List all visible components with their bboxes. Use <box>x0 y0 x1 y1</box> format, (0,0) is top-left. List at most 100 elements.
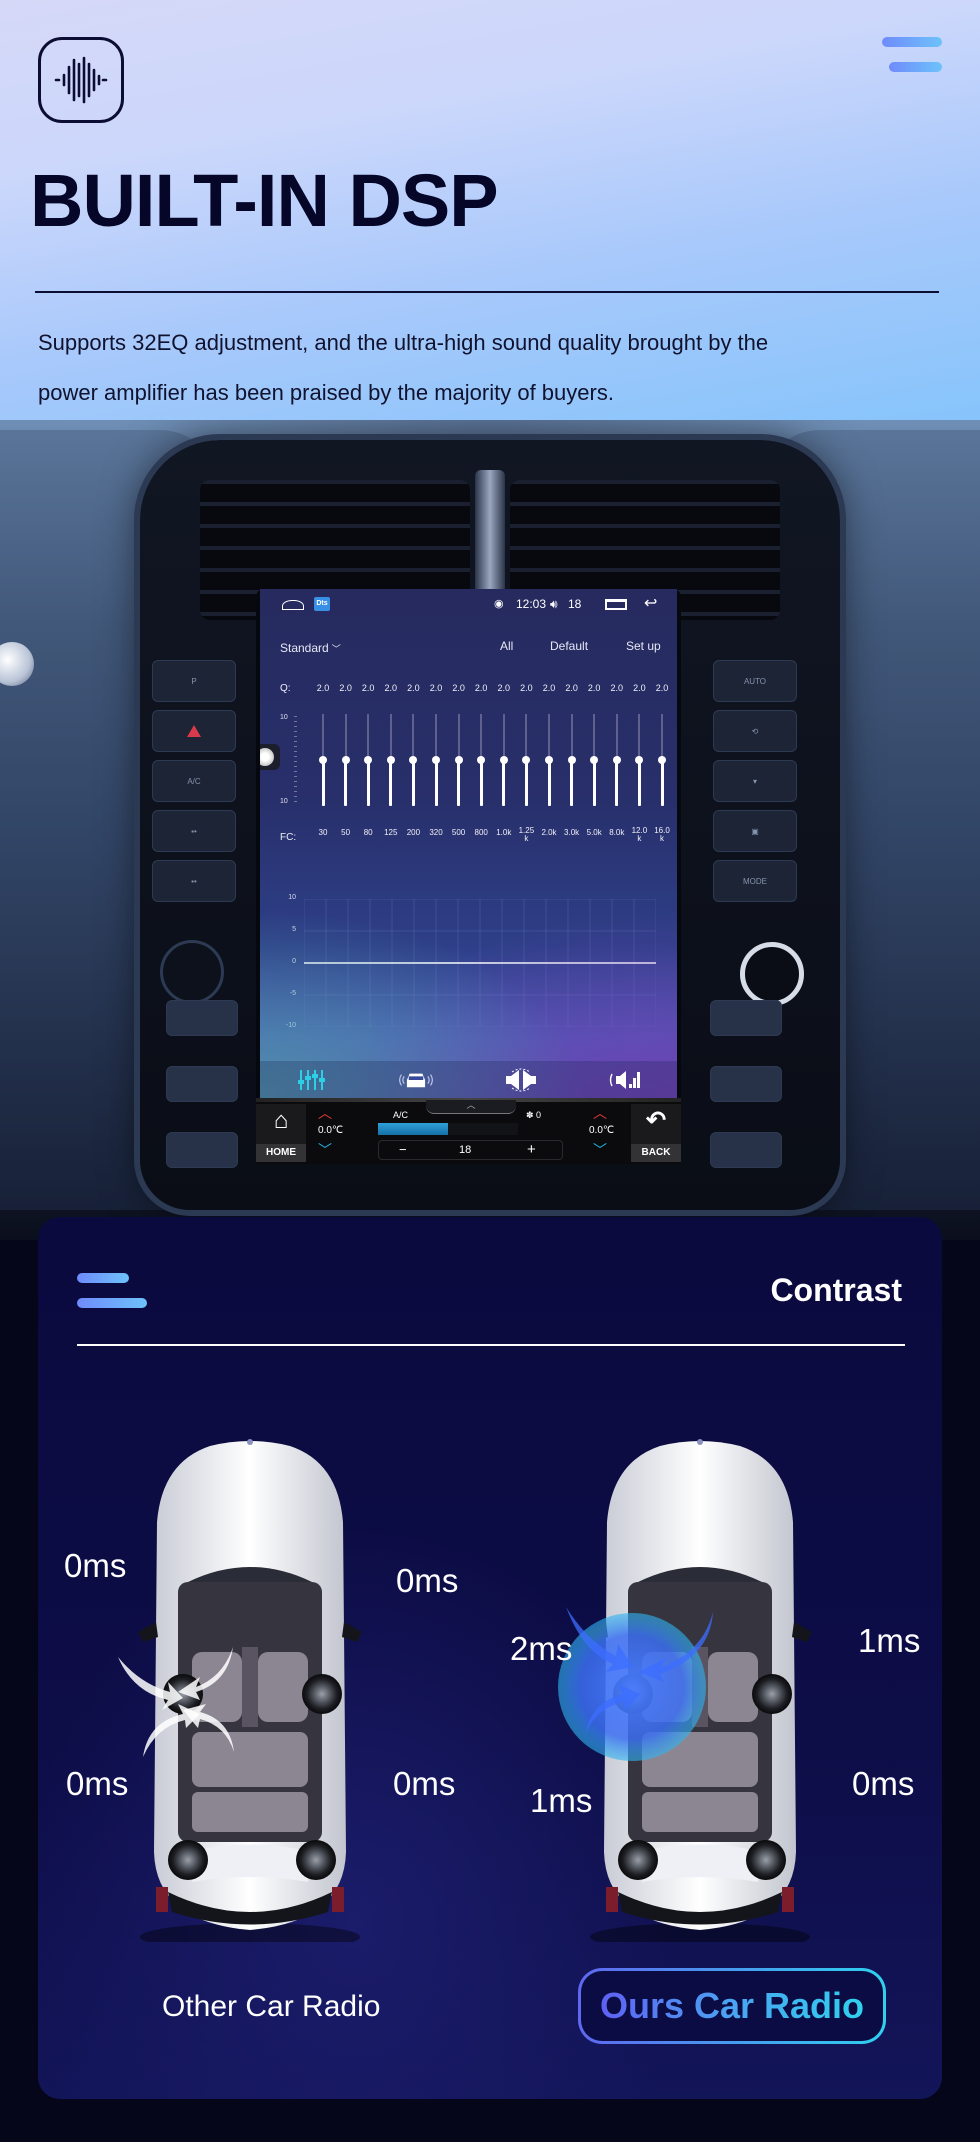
q-value[interactable]: 2.0 <box>357 683 379 693</box>
delay-rear-left: 1ms <box>530 1782 593 1819</box>
home-button[interactable]: ⌂ HOME <box>256 1104 306 1162</box>
scale-ticks <box>294 716 297 804</box>
slider-thumb[interactable] <box>454 756 463 764</box>
left-temp-down-button[interactable]: ﹀ <box>318 1143 332 1157</box>
home-outline-icon[interactable] <box>282 600 304 610</box>
volume-level: 18 <box>568 597 582 611</box>
eq-band-slider[interactable] <box>651 714 673 806</box>
slider-fill <box>615 760 619 806</box>
q-value[interactable]: 2.0 <box>538 683 560 693</box>
slider-fill <box>434 760 438 806</box>
eq-band-slider[interactable] <box>448 714 470 806</box>
slider-thumb[interactable] <box>386 756 395 764</box>
eq-band-slider[interactable] <box>425 714 447 806</box>
ac-label[interactable]: A/C <box>393 1110 408 1120</box>
back-button[interactable]: ↶ BACK <box>631 1104 681 1162</box>
right-temp-up-button[interactable]: ︿ <box>593 1106 607 1120</box>
slider-thumb[interactable] <box>612 756 621 764</box>
fan-level-bar <box>378 1123 518 1135</box>
eq-band-slider[interactable] <box>402 714 424 806</box>
q-value[interactable]: 2.0 <box>515 683 537 693</box>
right-temp-down-button[interactable]: ﹀ <box>593 1143 607 1157</box>
home-label: HOME <box>256 1144 306 1162</box>
console-button <box>710 1132 782 1168</box>
scale-max-label: 10 <box>280 714 288 721</box>
slider-thumb[interactable] <box>499 756 508 764</box>
speaker-balance-icon[interactable] <box>501 1068 541 1092</box>
description-line-1: Supports 32EQ adjustment, and the ultra-… <box>38 330 769 355</box>
q-value[interactable]: 2.0 <box>628 683 650 693</box>
eq-band-slider[interactable] <box>493 714 515 806</box>
car-surround-icon[interactable] <box>396 1068 436 1092</box>
expand-handle[interactable]: ︿ <box>426 1100 516 1114</box>
slider-thumb[interactable] <box>409 756 418 764</box>
slider-thumb[interactable] <box>567 756 576 764</box>
divider <box>35 291 939 293</box>
page-title: BUILT-IN DSP <box>30 159 499 242</box>
slider-thumb[interactable] <box>364 756 373 764</box>
console-buttons-right: AUTO ⟲ ▾ ▣ MODE <box>713 660 797 902</box>
seat-heat-button: ▪• <box>152 860 236 902</box>
q-value[interactable]: 2.0 <box>561 683 583 693</box>
q-value[interactable]: 2.0 <box>402 683 424 693</box>
eq-band-slider[interactable] <box>628 714 650 806</box>
q-value[interactable]: 2.0 <box>312 683 334 693</box>
back-arrow-icon[interactable]: ↩ <box>644 593 657 613</box>
delay-rear-left: 0ms <box>66 1765 129 1802</box>
dts-app-icon[interactable]: Dts <box>314 597 330 611</box>
q-value[interactable]: 2.0 <box>606 683 628 693</box>
equalizer-icon[interactable] <box>292 1068 332 1092</box>
recent-apps-icon[interactable] <box>605 599 627 610</box>
eq-band-slider[interactable] <box>357 714 379 806</box>
q-value[interactable]: 2.0 <box>425 683 447 693</box>
q-value[interactable]: 2.0 <box>380 683 402 693</box>
slider-thumb[interactable] <box>341 756 350 764</box>
slider-thumb[interactable] <box>432 756 440 764</box>
hamburger-menu-icon[interactable] <box>77 1273 147 1309</box>
subwoofer-icon[interactable] <box>605 1068 645 1092</box>
slider-fill <box>570 760 574 806</box>
preset-dropdown[interactable]: Standard ﹀ <box>280 641 341 655</box>
fc-value: 1.0k <box>496 828 512 837</box>
defrost-button: ▾ <box>713 760 797 802</box>
eq-band-slider[interactable] <box>606 714 628 806</box>
hotspot-icon: ◉ <box>494 598 504 610</box>
tab-all[interactable]: All <box>500 639 513 653</box>
hamburger-menu-icon[interactable] <box>882 37 942 73</box>
fan-speed-value: 0 <box>536 1110 542 1120</box>
eq-band-slider[interactable] <box>583 714 605 806</box>
q-value[interactable]: 2.0 <box>470 683 492 693</box>
slider-thumb[interactable] <box>635 756 644 764</box>
eq-band-slider[interactable] <box>538 714 560 806</box>
console-button: P <box>152 660 236 702</box>
fc-value: 16.0 k <box>654 826 670 843</box>
eq-band-slider[interactable] <box>515 714 537 806</box>
q-value[interactable]: 2.0 <box>583 683 605 693</box>
slider-thumb[interactable] <box>545 756 553 764</box>
decrease-button[interactable]: − <box>399 1141 407 1159</box>
eq-band-slider[interactable] <box>312 714 334 806</box>
slider-thumb[interactable] <box>319 756 327 764</box>
slider-thumb[interactable] <box>590 756 599 764</box>
slider-thumb[interactable] <box>522 756 531 764</box>
slider-thumb[interactable] <box>477 756 486 764</box>
slider-thumb[interactable] <box>658 756 666 764</box>
fc-value: 8.0k <box>609 828 625 837</box>
slider-fill <box>524 760 528 806</box>
eq-band-slider[interactable] <box>561 714 583 806</box>
tab-set-up[interactable]: Set up <box>626 639 661 653</box>
eq-band-slider[interactable] <box>335 714 357 806</box>
left-temp-up-button[interactable]: ︿ <box>318 1106 332 1120</box>
q-value[interactable]: 2.0 <box>651 683 673 693</box>
tab-default[interactable]: Default <box>550 639 588 653</box>
q-value[interactable]: 2.0 <box>335 683 357 693</box>
q-value[interactable]: 2.0 <box>493 683 515 693</box>
eq-band-slider[interactable] <box>380 714 402 806</box>
eq-band-slider[interactable] <box>470 714 492 806</box>
ours-car-radio-button[interactable]: Ours Car Radio <box>578 1968 886 2044</box>
q-value[interactable]: 2.0 <box>448 683 470 693</box>
assistive-touch-button[interactable] <box>260 744 280 770</box>
increase-button[interactable]: + <box>527 1141 536 1159</box>
temperature-stepper: − 18 + <box>378 1140 563 1160</box>
contrast-card: Contrast 0ms 0ms 0ms 0ms 2ms 1ms 1ms 0ms… <box>38 1217 942 2099</box>
